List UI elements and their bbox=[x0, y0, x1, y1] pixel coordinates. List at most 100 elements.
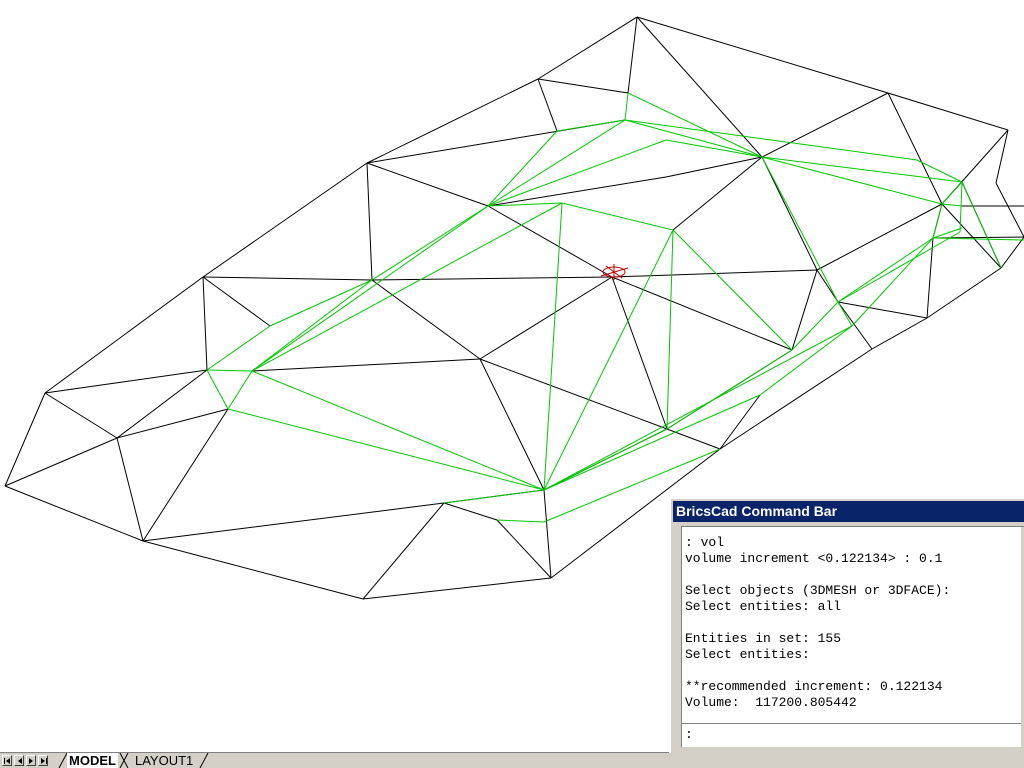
contour-segment bbox=[206, 369, 229, 410]
contour-segment bbox=[561, 202, 674, 231]
mesh-edge bbox=[366, 162, 373, 281]
mesh-edge bbox=[837, 301, 873, 350]
mesh-edge bbox=[537, 78, 558, 132]
mesh-edge bbox=[761, 156, 818, 271]
mesh-edge bbox=[479, 276, 613, 360]
mesh-edge bbox=[251, 358, 481, 372]
previous-tab-button[interactable] bbox=[14, 755, 24, 766]
mesh-edge bbox=[142, 502, 445, 542]
ucs-marker-icon bbox=[600, 264, 629, 280]
command-divider bbox=[682, 723, 1024, 724]
contour-segment bbox=[837, 237, 934, 303]
command-history-text: : vol volume increment <0.122134> : 0.1 … bbox=[685, 535, 950, 711]
first-tab-button[interactable] bbox=[2, 755, 12, 766]
contour-segment bbox=[496, 519, 545, 523]
mesh-edge bbox=[487, 205, 613, 278]
contour-segment bbox=[206, 325, 271, 371]
command-history-line: Select objects (3DMESH or 3DFACE): bbox=[685, 583, 951, 598]
contour-segment bbox=[791, 301, 839, 351]
command-history-line: Select entities: bbox=[685, 647, 810, 662]
contour-segment bbox=[371, 205, 489, 281]
contour-segment bbox=[251, 370, 545, 491]
command-history-line: Select entities: all bbox=[685, 599, 842, 614]
command-history-line: : vol bbox=[685, 535, 725, 550]
contour-segment bbox=[624, 92, 629, 121]
command-input[interactable]: : bbox=[685, 727, 693, 743]
mesh-edge bbox=[142, 408, 229, 542]
mesh-edge bbox=[672, 156, 763, 231]
mesh-edge bbox=[366, 162, 489, 207]
mesh-edge bbox=[366, 78, 539, 164]
mesh-edge bbox=[202, 276, 373, 281]
mesh-edge bbox=[479, 358, 668, 430]
mesh-edge bbox=[4, 437, 118, 487]
contour-segment bbox=[487, 130, 558, 207]
mesh-edge bbox=[665, 156, 763, 178]
mesh-edge bbox=[719, 348, 873, 450]
mesh-edge bbox=[116, 369, 208, 439]
mesh-edge bbox=[4, 485, 144, 542]
tab-model[interactable]: MODEL bbox=[67, 753, 118, 768]
mesh-edge bbox=[611, 269, 818, 278]
contour-segment bbox=[932, 203, 943, 239]
mesh-edge bbox=[371, 276, 613, 281]
contour-segment bbox=[443, 489, 545, 504]
right-arrow-icon bbox=[29, 758, 33, 764]
contour-segment bbox=[543, 428, 668, 491]
mesh-edge bbox=[443, 502, 498, 521]
tab-edge bbox=[199, 753, 209, 768]
contour-segment bbox=[941, 203, 963, 207]
mesh-edge bbox=[44, 392, 118, 439]
mesh-edge bbox=[371, 279, 481, 360]
mesh-edge bbox=[44, 369, 208, 394]
contour-segment bbox=[206, 369, 253, 372]
mesh-edge bbox=[116, 437, 144, 542]
contour-segment bbox=[556, 119, 626, 132]
contour-segment bbox=[851, 237, 934, 327]
command-history-pane[interactable]: : vol volume increment <0.122134> : 0.1 … bbox=[681, 526, 1024, 747]
next-tab-button[interactable] bbox=[26, 755, 36, 766]
command-bar-title[interactable]: BricsCad Command Bar bbox=[673, 501, 1024, 522]
contour-segment bbox=[761, 156, 963, 183]
mesh-edge bbox=[611, 276, 668, 430]
contour-lines bbox=[206, 92, 1024, 523]
mesh-edge bbox=[871, 317, 928, 350]
contour-segment bbox=[672, 229, 793, 351]
mesh-edge bbox=[1000, 236, 1024, 269]
contour-segment bbox=[761, 156, 839, 303]
contour-segment bbox=[666, 349, 793, 430]
mesh-edge bbox=[926, 267, 1002, 319]
mesh-edge bbox=[142, 540, 364, 600]
contour-segment bbox=[837, 231, 961, 303]
mesh-edge bbox=[202, 162, 368, 278]
contour-segment bbox=[837, 301, 853, 327]
layout-tab-bar: MODEL LAYOUT1 bbox=[0, 752, 1024, 768]
mesh-edge bbox=[479, 358, 545, 491]
mesh-edge bbox=[995, 182, 1024, 238]
mesh-edge bbox=[941, 203, 1002, 269]
mesh-edge bbox=[887, 92, 943, 205]
last-arrow-icon bbox=[41, 758, 47, 764]
mesh-edge bbox=[537, 16, 638, 80]
mesh-edge bbox=[837, 301, 928, 319]
mesh-edge bbox=[44, 276, 204, 394]
contour-segment bbox=[627, 92, 763, 158]
mesh-edge bbox=[611, 276, 793, 351]
mesh-edge bbox=[887, 92, 1009, 131]
mesh-edge bbox=[202, 276, 208, 371]
command-bar-window[interactable]: BricsCad Command Bar : vol volume increm… bbox=[669, 497, 1024, 753]
last-tab-button[interactable] bbox=[38, 755, 48, 766]
mesh-edge bbox=[995, 129, 1009, 184]
first-arrow-icon bbox=[4, 758, 10, 764]
mesh-edge bbox=[4, 392, 46, 487]
contour-segment bbox=[666, 229, 674, 430]
contour-segment bbox=[941, 181, 963, 205]
mesh-edge bbox=[537, 78, 629, 94]
contour-segment bbox=[961, 181, 1002, 269]
mesh-edge bbox=[816, 203, 943, 271]
mesh-edge bbox=[362, 502, 445, 600]
contour-segment bbox=[227, 370, 253, 410]
command-history-line: Entities in set: 155 bbox=[685, 631, 842, 646]
mesh-edge bbox=[636, 16, 889, 94]
tab-layout1[interactable]: LAYOUT1 bbox=[135, 753, 193, 768]
